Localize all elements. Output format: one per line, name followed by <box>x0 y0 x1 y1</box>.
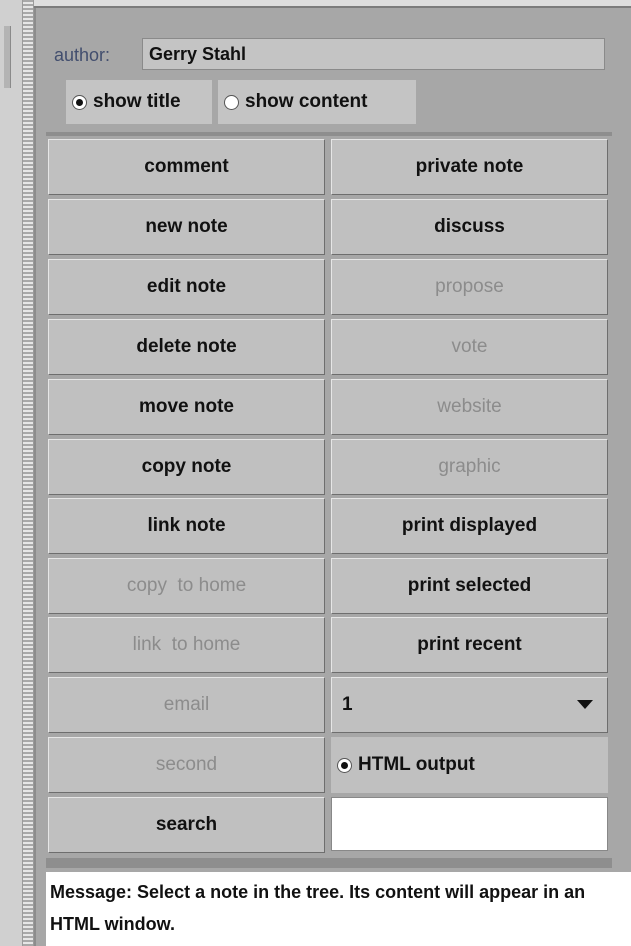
left-tree-pane <box>0 0 34 946</box>
show-title-label: show title <box>93 91 181 112</box>
html-output-radio-icon[interactable] <box>337 757 352 773</box>
show-content-radio-icon[interactable] <box>224 94 239 110</box>
comment-button[interactable]: comment <box>48 139 325 195</box>
link-note-button[interactable]: link note <box>48 498 325 554</box>
panel-top-edge <box>34 0 631 8</box>
chevron-down-icon[interactable] <box>577 700 593 709</box>
delete-note-button[interactable]: delete note <box>48 319 325 375</box>
vote-button[interactable]: vote <box>331 319 608 375</box>
new-note-button[interactable]: new note <box>48 199 325 255</box>
copy-note-button[interactable]: copy note <box>48 439 325 495</box>
edit-note-button[interactable]: edit note <box>48 259 325 315</box>
print-selected-button[interactable]: print selected <box>331 558 608 614</box>
recent-count-select[interactable]: 1 <box>331 677 608 733</box>
move-note-button[interactable]: move note <box>48 379 325 435</box>
print-displayed-button[interactable]: print displayed <box>331 498 608 554</box>
graphic-button[interactable]: graphic <box>331 439 608 495</box>
search-input[interactable] <box>331 797 608 851</box>
show-content-label: show content <box>245 91 368 112</box>
discuss-button[interactable]: discuss <box>331 199 608 255</box>
propose-button[interactable]: propose <box>331 259 608 315</box>
message-separator <box>46 858 612 868</box>
author-label: author: <box>54 44 111 65</box>
second-button[interactable]: second <box>48 737 325 793</box>
private-note-button[interactable]: private note <box>331 139 608 195</box>
show-content-option[interactable]: show content <box>218 80 416 124</box>
show-title-option[interactable]: show title <box>66 80 212 124</box>
tree-scroll-tab[interactable] <box>4 26 11 88</box>
link-to-home-button[interactable]: link to home <box>48 617 325 673</box>
author-field[interactable]: Gerry Stahl <box>142 38 605 70</box>
author-row: author: <box>54 38 116 72</box>
html-output-option[interactable]: HTML output <box>331 737 608 793</box>
copy-to-home-button[interactable]: copy to home <box>48 558 325 614</box>
email-button[interactable]: email <box>48 677 325 733</box>
search-button[interactable]: search <box>48 797 325 853</box>
button-grid-border <box>46 132 612 136</box>
show-title-radio-icon[interactable] <box>72 94 87 110</box>
status-message: Message: Select a note in the tree. Its … <box>46 872 631 946</box>
print-recent-button[interactable]: print recent <box>331 617 608 673</box>
website-button[interactable]: website <box>331 379 608 435</box>
recent-count-value: 1 <box>342 694 353 715</box>
html-output-label: HTML output <box>358 754 475 775</box>
split-pane-divider[interactable] <box>22 0 34 946</box>
